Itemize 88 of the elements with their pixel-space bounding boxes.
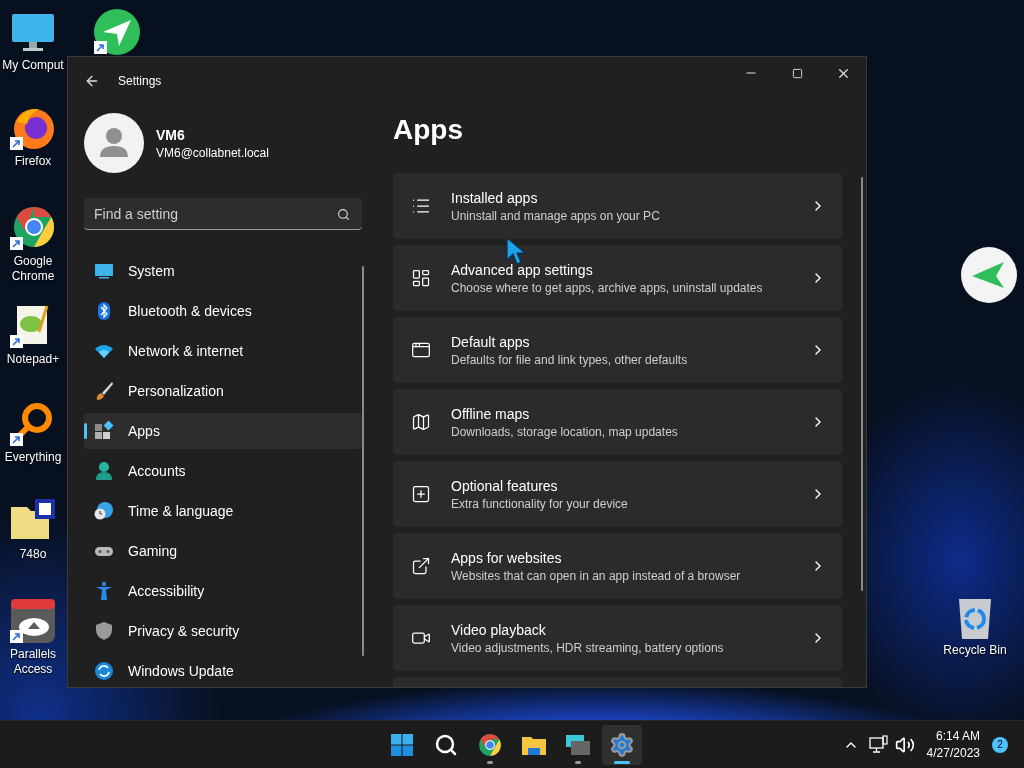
card-description: Video adjustments, HDR streaming, battery options: [451, 640, 725, 655]
desktop-shortcut[interactable]: Firefox: [0, 104, 66, 169]
card-description: Extra functionality for your device: [451, 496, 629, 511]
card-description: Defaults for file and link types, other defaults: [451, 352, 689, 367]
shortcut-label: Recycle Bin: [943, 643, 1007, 658]
card-title: Video playback: [451, 621, 547, 638]
app-window-icon: [411, 340, 431, 360]
card-title: Installed apps: [451, 189, 539, 206]
card-title: Optional features: [451, 477, 559, 494]
person-icon: [94, 461, 114, 481]
nav-item[interactable]: System: [84, 253, 362, 289]
shield-icon: [94, 621, 114, 641]
nav-item[interactable]: Windows Update: [84, 653, 362, 687]
card-title: Apps for websites: [451, 549, 563, 566]
nav-item[interactable]: Bluetooth & devices: [84, 293, 362, 329]
map-icon: [411, 412, 431, 432]
nav-item[interactable]: Privacy & security: [84, 613, 362, 649]
cursor-icon: [505, 236, 527, 266]
date-text: 4/27/2023: [926, 746, 980, 760]
search-field[interactable]: Find a setting: [84, 198, 362, 230]
clock[interactable]: 6:14 AM 4/27/2023: [920, 729, 986, 760]
shortcut-label: Everything: [4, 450, 62, 465]
shortcut-label: Notepad+: [6, 352, 60, 367]
chrome-icon: [477, 731, 503, 758]
card-description: Downloads, storage location, map updates: [451, 424, 679, 439]
shortcut-label: Parallels Access: [9, 647, 57, 677]
shortcut-label: 748o: [19, 547, 47, 562]
shortcut-label: My Comput: [2, 58, 64, 73]
desktop-shortcut[interactable]: Notepad+: [0, 302, 66, 367]
cloud-house-icon: [9, 597, 57, 645]
card-description: Uninstall and manage apps on your PC: [451, 208, 661, 223]
nav-item[interactable]: Gaming: [84, 533, 362, 569]
time-text: 6:14 AM: [935, 729, 980, 743]
card-description: Choose where to get apps, archive apps, uninstall updates: [451, 280, 764, 295]
settings-card[interactable]: Advanced app settings Choose where to get apps, archive apps, uninstall updates: [393, 245, 842, 311]
settings-card[interactable]: Default apps Defaults for file and link types, other defaults: [393, 317, 842, 383]
accessibility-icon: [94, 581, 114, 601]
notification-badge[interactable]: 2: [992, 736, 1008, 753]
windows-logo-icon: [390, 732, 414, 757]
globe-clock-icon: [94, 501, 114, 521]
maximize-icon: [791, 67, 803, 79]
gear-icon: [609, 731, 635, 758]
card-title: Advanced app settings: [451, 261, 594, 278]
back-button[interactable]: [84, 73, 100, 89]
taskbar-app[interactable]: [602, 724, 642, 765]
window-title: Settings: [118, 74, 163, 88]
settings-card[interactable]: Offline maps Downloads, storage location, map updates: [393, 389, 842, 455]
desktop-shortcut[interactable]: Everything: [0, 400, 66, 465]
brush-icon: [94, 381, 114, 401]
account-name: VM6: [156, 126, 186, 143]
desktop-shortcut[interactable]: Recycle Bin: [938, 597, 1012, 658]
settings-card[interactable]: Video playback Video adjustments, HDR streaming, battery options: [393, 605, 842, 671]
network-icon[interactable]: [868, 734, 889, 755]
account-email: VM6@collabnet.local: [156, 145, 269, 160]
paper-plane-icon[interactable]: [960, 246, 1018, 304]
nav-item[interactable]: Accessibility: [84, 573, 362, 609]
settings-card[interactable]: Apps for websites Websites that can open in an app instead of a browser: [393, 533, 842, 599]
nav-item[interactable]: Personalization: [84, 373, 362, 409]
nav-item[interactable]: Apps: [84, 413, 362, 449]
page-title: Apps: [393, 113, 464, 147]
nav-item[interactable]: Time & language: [84, 493, 362, 529]
open-external-icon: [411, 556, 431, 576]
nav-item[interactable]: Network & internet: [84, 333, 362, 369]
desktop-shortcut[interactable]: 748o: [0, 497, 66, 562]
settings-card[interactable]: Installed apps Uninstall and manage apps on your PC: [393, 173, 842, 239]
volume-icon[interactable]: [894, 734, 915, 755]
card-title: Offline maps: [451, 405, 531, 422]
search-icon: [434, 732, 458, 757]
scrollbar[interactable]: [861, 177, 863, 591]
desktop-shortcut[interactable]: Google Chrome: [0, 204, 66, 284]
shortcut-label: Firefox: [14, 154, 52, 169]
update-icon: [94, 661, 114, 681]
scrollbar[interactable]: [362, 266, 364, 656]
settings-card[interactable]: Optional features Extra functionality for your device: [393, 461, 842, 527]
paper-plane-icon[interactable]: [93, 8, 141, 56]
apps-grid-icon: [94, 421, 114, 441]
monitor-icon: [94, 261, 114, 281]
add-square-icon: [411, 484, 431, 504]
nav-item[interactable]: Accounts: [84, 453, 362, 489]
desktop-shortcut[interactable]: Parallels Access: [0, 597, 66, 677]
desktop-shortcut[interactable]: My Comput: [0, 8, 66, 73]
card-description: Websites that can open in an app instead of a browser: [451, 568, 742, 583]
avatar-icon: [84, 113, 144, 173]
app-settings-icon: [411, 268, 431, 288]
chrome-icon: [9, 204, 57, 252]
search-icon: [337, 208, 350, 221]
card-title: Default apps: [451, 333, 531, 350]
shortcut-label: Google Chrome: [10, 254, 56, 284]
